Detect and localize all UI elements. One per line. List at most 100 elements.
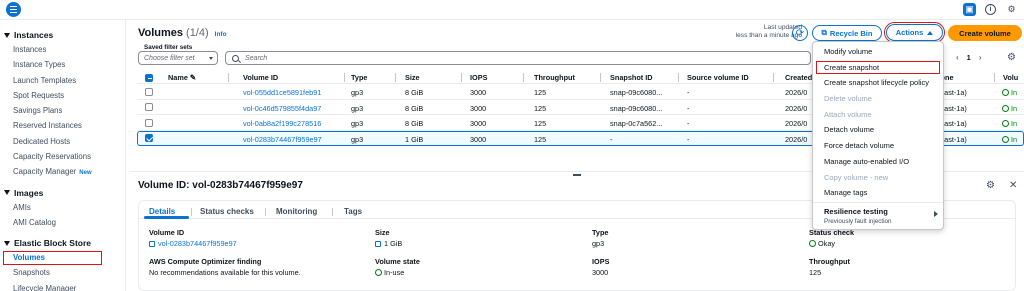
field-volume-state: Volume state In-use (375, 257, 420, 277)
check-circle-icon (1002, 104, 1009, 112)
row-checkbox[interactable] (145, 103, 153, 111)
select-all-checkbox[interactable] (145, 73, 153, 82)
check-circle-icon (1002, 135, 1009, 143)
status-badge: In (1002, 88, 1017, 97)
info-link[interactable]: Info (215, 31, 227, 38)
column-volume-id[interactable]: Volume ID (243, 73, 278, 82)
field-type: Type gp3 (592, 228, 609, 248)
refresh-button[interactable]: ⟳ (792, 25, 808, 41)
check-circle-icon (375, 269, 382, 276)
menu-item-manage-tags[interactable]: Manage tags (813, 185, 943, 201)
info-icon[interactable]: i (985, 4, 996, 15)
caret-down-icon (4, 190, 10, 196)
column-source-volume-id[interactable]: Source volume ID (687, 73, 749, 82)
selection-count: (1/4) (186, 27, 209, 39)
sidebar-item-dedicated-hosts[interactable]: Dedicated Hosts (0, 134, 125, 149)
copy-icon[interactable] (375, 241, 381, 247)
sidebar-item-amis[interactable]: AMIs (0, 200, 125, 215)
status-badge: In (1002, 135, 1017, 144)
row-checkbox[interactable] (145, 118, 153, 127)
check-circle-icon (1002, 89, 1009, 96)
actions-dropdown-menu: Modify volume Create snapshot Create sna… (812, 41, 944, 230)
drag-handle-icon[interactable] (573, 174, 581, 176)
column-size[interactable]: Size (405, 73, 420, 82)
sidebar-item-spot-requests[interactable]: Spot Requests (0, 88, 125, 103)
check-circle-icon (809, 240, 816, 247)
top-right-icons: ▣ i ⚙ (963, 3, 1018, 16)
last-updated-text: Last updated less than a minute ago (735, 24, 802, 39)
sidebar-item-lifecycle-manager[interactable]: Lifecycle Manager (0, 281, 125, 291)
settings-gear-icon[interactable]: ⚙ (1005, 3, 1018, 16)
field-compute-optimizer: AWS Compute Optimizer finding No recomme… (149, 257, 301, 277)
chevron-down-icon (209, 56, 213, 60)
recycle-bin-button[interactable]: ⧉ Recycle Bin (812, 25, 882, 41)
saved-filter-label: Saved filter sets (144, 44, 193, 51)
panel-icon[interactable]: ▣ (963, 3, 976, 16)
tab-tags[interactable]: Tags (344, 207, 362, 216)
close-icon[interactable]: ✕ (1009, 180, 1017, 191)
edit-pencil-icon: ✎ (189, 73, 197, 82)
sidebar-item-instance-types[interactable]: Instance Types (0, 57, 125, 72)
row-checkbox[interactable] (145, 134, 153, 142)
sidebar-item-savings-plans[interactable]: Savings Plans (0, 103, 125, 118)
sidebar-item-ami-catalog[interactable]: AMI Catalog (0, 215, 125, 230)
caret-down-icon (4, 240, 10, 246)
actions-button[interactable]: Actions (884, 22, 945, 43)
sidebar-section-images[interactable]: Images (0, 186, 125, 200)
menu-item-copy-volume: Copy volume - new (824, 172, 889, 182)
menu-item-attach-volume: Attach volume (824, 109, 872, 119)
column-created[interactable]: Created (785, 73, 812, 82)
menu-item-force-detach-volume[interactable]: Force detach volume (813, 138, 943, 154)
search-input[interactable]: Search (225, 51, 811, 65)
column-volume-state[interactable]: Volu (1003, 73, 1018, 82)
new-badge: New (79, 170, 92, 177)
sidebar-item-capacity-reservations[interactable]: Capacity Reservations (0, 149, 125, 164)
refresh-icon: ⟳ (795, 27, 805, 39)
next-page-icon[interactable]: › (979, 53, 982, 62)
menu-item-create-snapshot[interactable]: Create snapshot (815, 60, 941, 76)
column-type[interactable]: Type (351, 73, 368, 82)
menu-item-resilience-testing[interactable]: Resilience testing Previously fault inje… (813, 204, 943, 225)
menu-item-create-snapshot-lifecycle-policy[interactable]: Create snapshot lifecycle policy (813, 75, 943, 91)
column-throughput[interactable]: Throughput (534, 73, 575, 82)
create-volume-button[interactable]: Create volume (948, 25, 1022, 41)
column-name[interactable]: Name ✎ (168, 73, 196, 82)
caret-up-icon (927, 30, 934, 35)
field-iops: IOPS 3000 (592, 257, 610, 277)
status-badge: In (1002, 104, 1017, 113)
sidebar-section-elastic-block-store[interactable]: Elastic Block Store (0, 236, 125, 250)
menu-item-modify-volume[interactable]: Modify volume (813, 44, 943, 60)
top-bar: ▣ i ⚙ (0, 0, 1024, 20)
sidebar-item-volumes[interactable]: Volumes (3, 251, 102, 266)
active-tab-indicator (144, 216, 189, 219)
table-preferences-gear-icon[interactable]: ⚙ (1007, 52, 1016, 63)
current-page[interactable]: 1 (967, 53, 971, 62)
caret-right-icon (934, 210, 938, 217)
sidebar-item-launch-templates[interactable]: Launch Templates (0, 73, 125, 88)
prev-page-icon[interactable]: ‹ (956, 53, 959, 62)
sidebar-item-instances[interactable]: Instances (0, 42, 125, 57)
sidebar-item-snapshots[interactable]: Snapshots (0, 265, 125, 280)
column-iops[interactable]: IOPS (470, 73, 487, 82)
saved-filter-select[interactable]: Choose filter set (138, 51, 218, 65)
sidebar-item-reserved-instances[interactable]: Reserved Instances (0, 118, 125, 133)
column-snapshot-id[interactable]: Snapshot ID (610, 73, 653, 82)
row-checkbox[interactable] (145, 87, 153, 96)
details-title: Volume ID: vol-0283b74467f959e97 (138, 180, 303, 191)
details-settings-gear-icon[interactable]: ⚙ (986, 180, 995, 191)
external-link-icon: ⧉ (821, 28, 827, 37)
menu-item-detach-volume[interactable]: Detach volume (813, 122, 943, 138)
tab-details[interactable]: Details (149, 207, 175, 216)
pagination: ‹ 1 › (956, 53, 982, 62)
tab-monitoring[interactable]: Monitoring (276, 207, 317, 216)
sidebar-item-capacity-manager[interactable]: Capacity Manager New (0, 164, 125, 179)
search-icon (232, 54, 239, 62)
page-header: Volumes (1/4) Info (138, 27, 227, 39)
tab-status-checks[interactable]: Status checks (200, 207, 254, 216)
hamburger-menu-icon[interactable] (6, 2, 21, 17)
sidebar-section-instances[interactable]: Instances (0, 28, 125, 42)
menu-item-manage-auto-enabled-io[interactable]: Manage auto-enabled I/O (813, 154, 943, 170)
copy-icon[interactable] (149, 241, 155, 247)
caret-down-icon (4, 32, 10, 38)
field-volume-id: Volume ID vol-0283b74467f959e97 (149, 228, 237, 248)
